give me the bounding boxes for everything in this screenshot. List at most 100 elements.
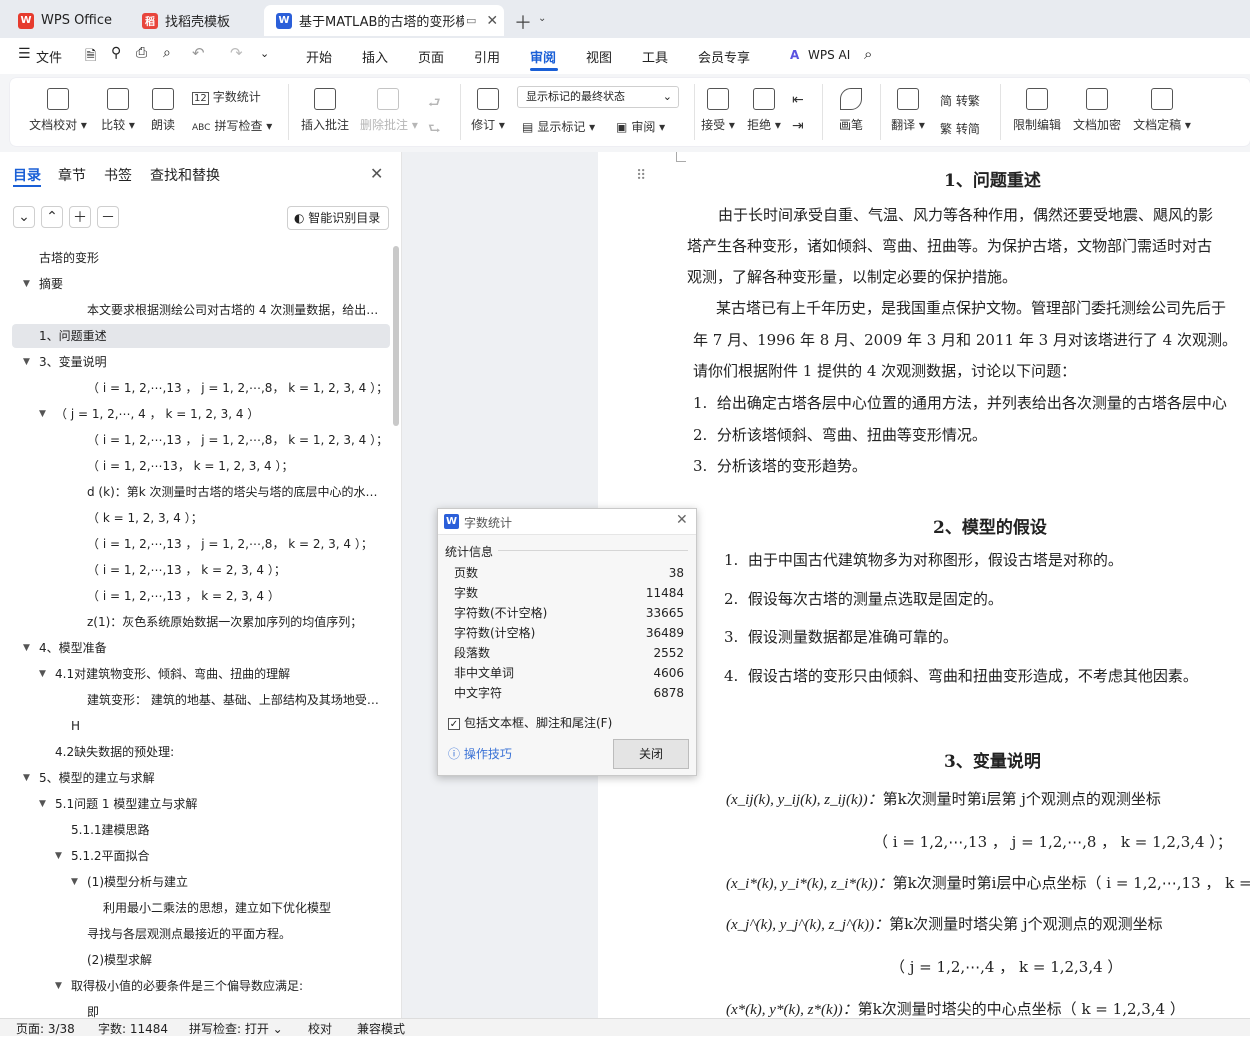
menu-home[interactable]: 开始 <box>306 47 332 66</box>
share-icon[interactable]: ⚲ <box>111 45 121 61</box>
menu-insert[interactable]: 插入 <box>362 47 388 66</box>
tab-docer[interactable]: 稻 找稻壳模板 <box>130 5 258 36</box>
add-heading-button[interactable]: ＋ <box>69 206 91 228</box>
toc-item[interactable]: ▼ 5、模型的建立与求解 <box>12 766 390 790</box>
proofread-button[interactable]: 文档校对 ▾ <box>28 88 88 133</box>
tab-toc[interactable]: 目录 <box>13 165 41 185</box>
tab-bookmarks[interactable]: 书签 <box>104 165 132 185</box>
page-indicator[interactable]: 页面: 3/38 <box>16 1020 75 1037</box>
toc-item[interactable]: （ i = 1, 2,⋯,13 ， j = 1, 2,⋯,8， k = 1, 2… <box>12 428 390 452</box>
toc-scrollbar[interactable] <box>393 246 399 426</box>
chevron-down-icon[interactable]: ▼ <box>39 792 46 816</box>
chevron-down-icon[interactable]: ▼ <box>39 402 46 426</box>
to-traditional-button[interactable]: 简 转繁 <box>940 92 980 109</box>
next-comment-icon[interactable]: ⮑ <box>428 118 441 142</box>
prev-comment-icon[interactable]: ⮐ <box>428 92 441 116</box>
toc-item[interactable]: z(1)：灰色系统原始数据一次累加序列的均值序列； <box>12 610 390 634</box>
spell-check-toggle[interactable]: 拼写检查: 打开 ⌄ <box>189 1020 283 1037</box>
translate-button[interactable]: 翻译 ▾ <box>890 88 926 133</box>
close-icon[interactable]: ✕ <box>370 164 383 183</box>
proofread-indicator[interactable]: 校对 <box>308 1020 332 1037</box>
toc-item[interactable]: ▼ (1)模型分析与建立 <box>12 870 390 894</box>
toc-item[interactable]: （ i = 1, 2,⋯,13 ， k = 2, 3, 4 ）； <box>12 558 390 582</box>
chevron-down-icon[interactable]: ▼ <box>23 350 30 374</box>
to-simplified-button[interactable]: 繁 转简 <box>940 120 980 137</box>
close-tab-icon[interactable]: ✕ <box>486 13 498 29</box>
print-icon[interactable]: ⎙ <box>136 45 147 61</box>
collapse-level-up-button[interactable]: ⌃ <box>41 206 63 228</box>
toc-item[interactable]: 建筑变形： 建筑的地基、基础、上部结构及其场地受… <box>12 688 390 712</box>
menu-reference[interactable]: 引用 <box>474 47 500 66</box>
toc-item[interactable]: （ k = 1, 2, 3, 4 ）； <box>12 506 390 530</box>
toc-item[interactable]: 寻找与各层观测点最接近的平面方程。 <box>12 922 390 946</box>
toc-tree[interactable]: 古塔的变形 ▼ 摘要 本文要求根据测绘公司对古塔的 4 次测量数据，给出… 1、问题重述… <box>0 246 392 1018</box>
tab-chapters[interactable]: 章节 <box>58 165 86 185</box>
menu-page[interactable]: 页面 <box>418 47 444 66</box>
word-count-indicator[interactable]: 字数: 11484 <box>98 1020 168 1037</box>
toc-item[interactable]: ▼ （ j = 1, 2,⋯, 4 ， k = 1, 2, 3, 4 ） <box>12 402 390 426</box>
toc-item[interactable]: （ i = 1, 2,⋯13， k = 1, 2, 3, 4 ）； <box>12 454 390 478</box>
toc-item[interactable]: d (k)：第k 次测量时古塔的塔尖与塔的底层中心的水… <box>12 480 390 504</box>
tab-document[interactable]: W 基于MATLAB的古塔的变形模 ▭ ✕ <box>264 5 504 36</box>
search-icon[interactable]: ⌕ <box>864 45 872 63</box>
toc-item[interactable]: 5.1.1建模思路 <box>12 818 390 842</box>
toc-item[interactable]: ▼ 4、模型准备 <box>12 636 390 660</box>
toc-item[interactable]: ▼ 5.1.2平面拟合 <box>12 844 390 868</box>
menu-view[interactable]: 视图 <box>586 47 612 66</box>
toc-item[interactable]: ▼ 3、变量说明 <box>12 350 390 374</box>
insert-comment-button[interactable]: 插入批注 <box>300 88 350 133</box>
toc-item[interactable]: 本文要求根据测绘公司对古塔的 4 次测量数据，给出… <box>12 298 390 322</box>
review-pane-button[interactable]: ▣ 审阅 ▾ <box>616 118 665 135</box>
more-chevron-icon[interactable]: ⌄ <box>260 47 269 60</box>
chevron-down-icon[interactable]: ▼ <box>23 766 30 790</box>
chevron-down-icon[interactable]: ▼ <box>55 974 62 998</box>
menu-member[interactable]: 会员专享 <box>698 47 750 66</box>
drag-handle-icon[interactable]: ⠿ <box>636 168 646 184</box>
prev-change-icon[interactable]: ⇤ <box>792 92 804 108</box>
toc-item[interactable]: ▼ 5.1问题 1 模型建立与求解 <box>12 792 390 816</box>
delete-comment-button[interactable]: 删除批注 ▾ <box>360 88 418 133</box>
accept-button[interactable]: 接受 ▾ <box>700 88 736 133</box>
toc-item[interactable]: 利用最小二乘法的思想，建立如下优化模型 <box>12 896 390 920</box>
wps-ai-button[interactable]: WPS AI <box>808 48 850 62</box>
encrypt-button[interactable]: 文档加密 <box>1072 88 1122 133</box>
include-textboxes-checkbox[interactable]: ✓ 包括文本框、脚注和尾注(F) <box>448 714 612 731</box>
chevron-down-icon[interactable]: ▼ <box>55 844 62 868</box>
reject-button[interactable]: 拒绝 ▾ <box>746 88 782 133</box>
track-changes-button[interactable]: 修订 ▾ <box>470 88 506 133</box>
print-preview-icon[interactable]: ⌕ <box>163 45 171 61</box>
spell-check-button[interactable]: ABC 拼写检查 ▾ <box>192 117 272 134</box>
chevron-down-icon[interactable]: ▼ <box>23 636 30 660</box>
toc-item[interactable]: 即 <box>12 1000 390 1018</box>
toc-item[interactable]: ▼ 4.1对建筑物变形、倾斜、弯曲、扭曲的理解 <box>12 662 390 686</box>
toc-item[interactable]: 4.2缺失数据的预处理: <box>12 740 390 764</box>
restrict-edit-button[interactable]: 限制编辑 <box>1012 88 1062 133</box>
toc-item[interactable]: ▼ 取得极小值的必要条件是三个偏导数应满足: <box>12 974 390 998</box>
chevron-down-icon[interactable]: ▼ <box>39 662 46 686</box>
toc-item[interactable]: 古塔的变形 <box>12 246 390 270</box>
show-markup-button[interactable]: ▤ 显示标记 ▾ <box>522 118 595 135</box>
toc-item[interactable]: ▼ 摘要 <box>12 272 390 296</box>
close-icon[interactable]: ✕ <box>676 512 688 528</box>
compare-button[interactable]: 比较 ▾ <box>98 88 138 133</box>
chevron-down-icon[interactable]: ▼ <box>71 870 78 894</box>
hamburger-icon[interactable]: ☰ <box>18 46 31 62</box>
save-icon[interactable]: 🗎 <box>85 45 96 69</box>
next-change-icon[interactable]: ⇥ <box>792 118 804 134</box>
toc-item[interactable]: (2)模型求解 <box>12 948 390 972</box>
pen-button[interactable]: 画笔 <box>836 88 866 133</box>
undo-icon[interactable]: ↶ <box>192 44 205 62</box>
toc-item[interactable]: （ i = 1, 2,⋯,13 ， j = 1, 2,⋯,8， k = 1, 2… <box>12 376 390 400</box>
smart-toc-button[interactable]: ◐ 智能识别目录 <box>287 206 389 230</box>
toc-item-selected[interactable]: 1、问题重述 <box>12 324 390 348</box>
chevron-down-icon[interactable]: ⌄ <box>538 13 546 24</box>
remove-heading-button[interactable]: － <box>97 206 119 228</box>
expand-level-down-button[interactable]: ⌄ <box>13 206 35 228</box>
dialog-titlebar[interactable]: W 字数统计 ✕ <box>438 509 696 535</box>
redo-icon[interactable]: ↷ <box>230 44 243 62</box>
word-count-button[interactable]: 12 字数统计 <box>192 88 261 105</box>
file-menu[interactable]: 文件 <box>36 47 62 66</box>
new-tab-icon[interactable]: ＋ <box>514 9 532 35</box>
markup-state-select[interactable]: 显示标记的最终状态 ⌄ <box>517 86 679 108</box>
toc-item[interactable]: H <box>12 714 390 738</box>
